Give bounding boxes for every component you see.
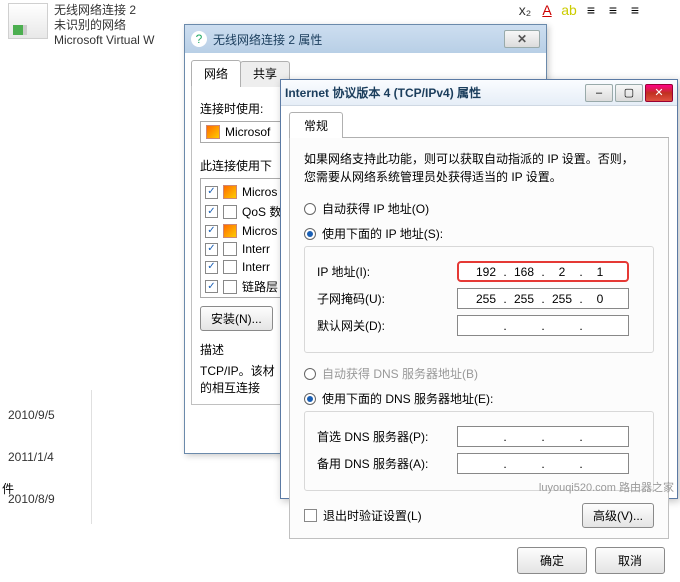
date-item[interactable]: 2011/1/4 <box>8 436 83 478</box>
checkbox[interactable] <box>205 186 218 199</box>
item-icon <box>223 242 237 256</box>
gateway-input[interactable]: ... <box>457 315 629 336</box>
tab-network[interactable]: 网络 <box>191 60 241 86</box>
info-icon: ? <box>191 31 207 47</box>
side-dates: 2010/9/5 2011/1/4 2010/8/9 <box>0 390 92 524</box>
toolbar-fragment: x₂ A ab ≡ ≡ ≡ <box>515 0 680 22</box>
mask-label: 子网掩码(U): <box>317 290 457 307</box>
validate-label: 退出时验证设置(L) <box>323 507 422 524</box>
window-title: 无线网络连接 2 属性 <box>213 31 498 48</box>
network-text: 无线网络连接 2 未识别的网络 Microsoft Virtual W <box>54 3 154 48</box>
info-text: 如果网络支持此功能，则可以获取自动指派的 IP 设置。否则，您需要从网络系统管理… <box>304 150 654 186</box>
radio-manual-dns[interactable]: 使用下面的 DNS 服务器地址(E): <box>304 390 654 407</box>
ms-icon <box>223 185 237 199</box>
close-button[interactable]: ✕ <box>504 30 540 48</box>
gateway-label: 默认网关(D): <box>317 317 457 334</box>
dns2-label: 备用 DNS 服务器(A): <box>317 455 457 472</box>
radio-auto-ip[interactable]: 自动获得 IP 地址(O) <box>304 200 654 217</box>
ipv4-properties-window: Internet 协议版本 4 (TCP/IPv4) 属性 – ▢ ✕ 常规 如… <box>280 79 678 499</box>
cancel-button[interactable]: 取消 <box>595 547 665 574</box>
advanced-button[interactable]: 高级(V)... <box>582 503 654 528</box>
install-button[interactable]: 安装(N)... <box>200 306 273 331</box>
network-status: 未识别的网络 <box>54 18 154 33</box>
ip-group: IP 地址(I): 192.168.2.1 子网掩码(U): 255.255.2… <box>304 246 654 353</box>
titlebar[interactable]: Internet 协议版本 4 (TCP/IPv4) 属性 – ▢ ✕ <box>281 80 677 106</box>
maximize-button[interactable]: ▢ <box>615 84 643 102</box>
network-title: 无线网络连接 2 <box>54 3 154 18</box>
checkbox[interactable] <box>205 261 218 274</box>
date-item[interactable]: 2010/9/5 <box>8 394 83 436</box>
checkbox[interactable] <box>205 205 218 218</box>
item-icon <box>223 280 237 294</box>
adapter-name: Microsof <box>225 125 270 139</box>
dns2-input[interactable]: ... <box>457 453 629 474</box>
item-icon <box>223 260 237 274</box>
checkbox[interactable] <box>205 243 218 256</box>
radio-auto-dns: 自动获得 DNS 服务器地址(B) <box>304 365 654 382</box>
checkbox[interactable] <box>205 280 218 293</box>
close-button[interactable]: ✕ <box>645 84 673 102</box>
dns1-label: 首选 DNS 服务器(P): <box>317 428 457 445</box>
checkbox[interactable] <box>205 225 218 238</box>
radio-manual-ip[interactable]: 使用下面的 IP 地址(S): <box>304 225 654 242</box>
align-right-icon[interactable]: ≡ <box>625 0 645 20</box>
network-connection-item[interactable]: 无线网络连接 2 未识别的网络 Microsoft Virtual W <box>8 3 173 48</box>
tab-general[interactable]: 常规 <box>289 112 343 138</box>
watermark: luyouqi520.com 路由器之家 <box>539 479 674 495</box>
validate-checkbox[interactable] <box>304 509 317 522</box>
network-adapter: Microsoft Virtual W <box>54 33 154 48</box>
ip-address-input[interactable]: 192.168.2.1 <box>457 261 629 282</box>
ms-icon <box>223 224 237 238</box>
adapter-icon <box>206 125 220 139</box>
wifi-icon <box>8 3 48 39</box>
highlight-icon[interactable]: ab <box>559 0 579 20</box>
item-icon <box>223 205 237 219</box>
subscript-icon[interactable]: x₂ <box>515 0 535 20</box>
date-item[interactable]: 2010/8/9 <box>8 478 83 520</box>
dns1-input[interactable]: ... <box>457 426 629 447</box>
align-center-icon[interactable]: ≡ <box>603 0 623 20</box>
align-left-icon[interactable]: ≡ <box>581 0 601 20</box>
side-suffix: 件 <box>2 480 14 497</box>
window-title: Internet 协议版本 4 (TCP/IPv4) 属性 <box>285 84 583 101</box>
minimize-button[interactable]: – <box>585 84 613 102</box>
titlebar[interactable]: ? 无线网络连接 2 属性 ✕ <box>185 25 546 53</box>
ok-button[interactable]: 确定 <box>517 547 587 574</box>
font-color-icon[interactable]: A <box>537 0 557 20</box>
ip-label: IP 地址(I): <box>317 263 457 280</box>
subnet-mask-input[interactable]: 255.255.255.0 <box>457 288 629 309</box>
